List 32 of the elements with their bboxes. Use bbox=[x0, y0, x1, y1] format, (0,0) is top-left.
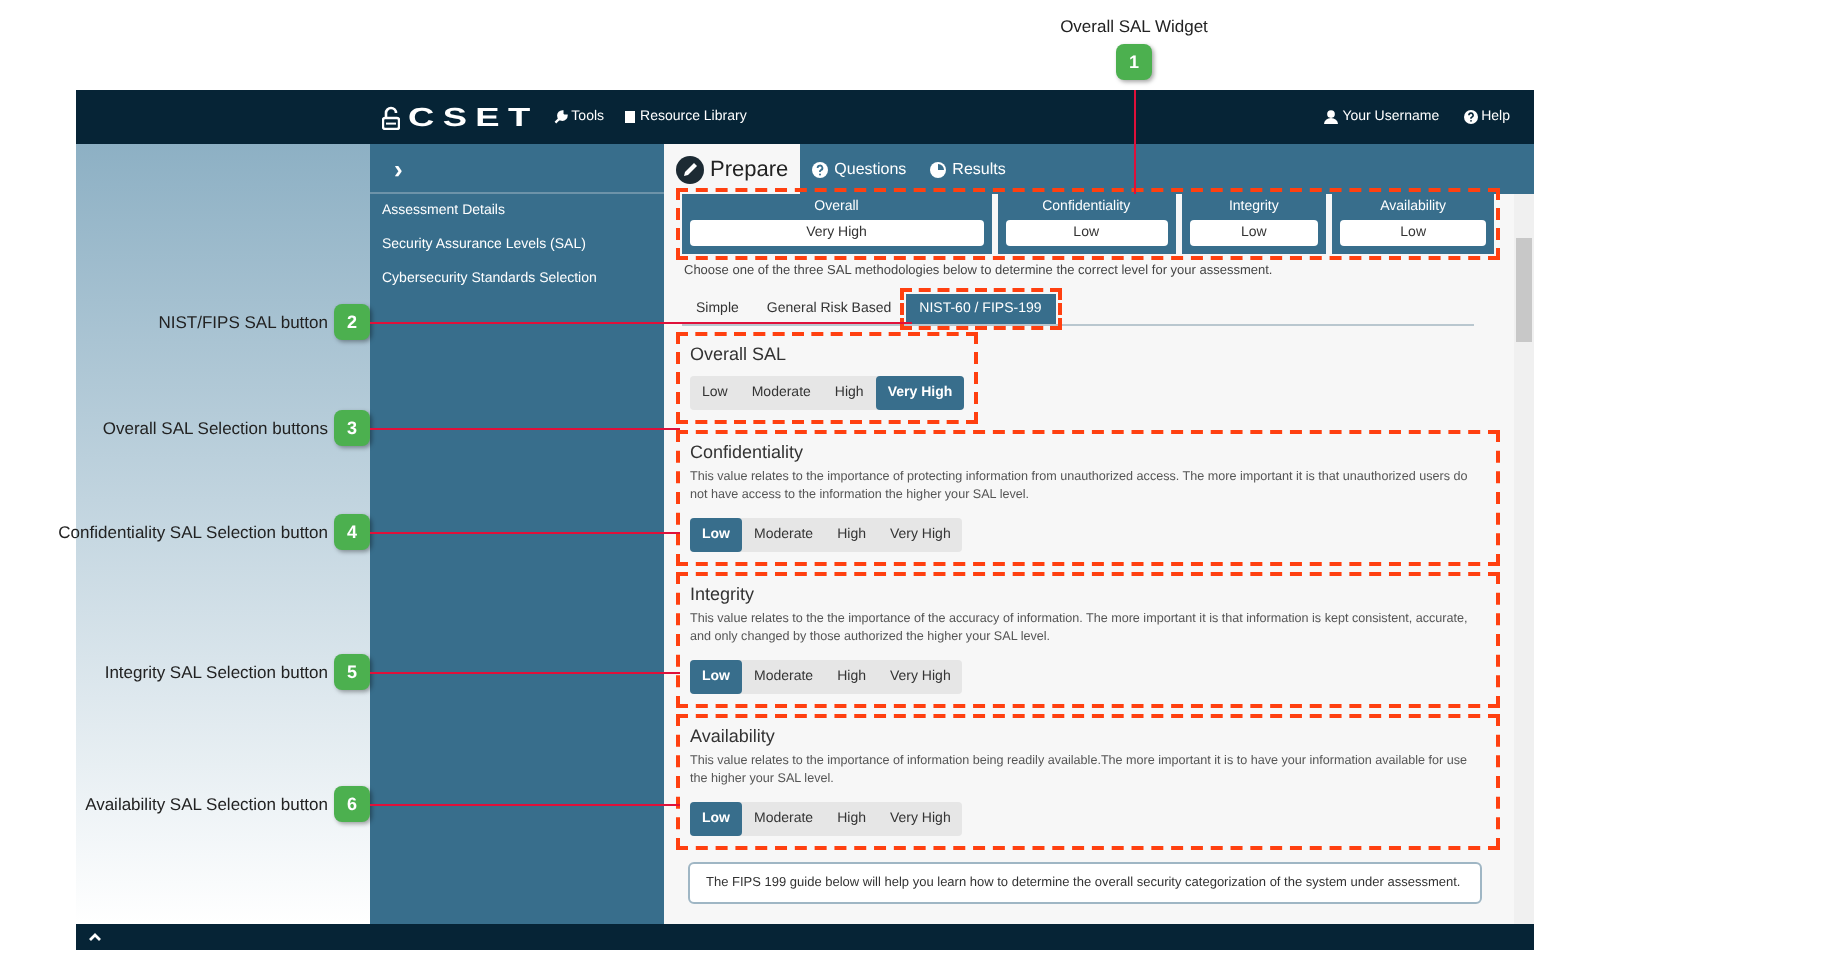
tab[interactable]: Results bbox=[918, 144, 1018, 194]
chevron-up-icon[interactable] bbox=[88, 932, 102, 942]
callout-number: 3 bbox=[334, 410, 370, 446]
callout-label: Overall SAL Selection buttons bbox=[102, 418, 328, 438]
callout-number: 5 bbox=[334, 654, 370, 690]
callout-label: Availability SAL Selection button bbox=[85, 794, 328, 814]
callout-label: Integrity SAL Selection button bbox=[104, 662, 328, 682]
callout-label: Overall SAL Widget bbox=[1060, 16, 1208, 36]
section-title: Overall SAL bbox=[690, 344, 789, 364]
callout-label: NIST/FIPS SAL button bbox=[158, 312, 328, 332]
callout-number: 6 bbox=[334, 786, 370, 822]
tab[interactable]: Prepare bbox=[664, 144, 801, 194]
question-icon bbox=[812, 161, 829, 177]
section-title: Confidentiality bbox=[690, 442, 806, 462]
edit-icon bbox=[676, 155, 704, 183]
callout-label: Confidentiality SAL Selection button bbox=[58, 522, 328, 542]
pie-icon bbox=[930, 161, 947, 177]
book-icon bbox=[624, 110, 637, 124]
wrench-icon bbox=[553, 110, 568, 124]
help-icon bbox=[1463, 110, 1478, 124]
callout-number: 1 bbox=[1116, 44, 1152, 80]
section-title: Availability bbox=[690, 726, 777, 746]
section-title: Integrity bbox=[690, 584, 757, 604]
app-logo: CSET bbox=[408, 102, 539, 132]
expand-toggle[interactable]: › bbox=[394, 153, 403, 183]
lock-icon bbox=[382, 105, 400, 129]
scrollbar[interactable] bbox=[1514, 194, 1534, 924]
callout-number: 2 bbox=[334, 304, 370, 340]
leader-line bbox=[1134, 90, 1136, 194]
user-icon bbox=[1324, 110, 1339, 124]
callout-number: 4 bbox=[334, 514, 370, 550]
tab[interactable]: Questions bbox=[800, 144, 919, 194]
